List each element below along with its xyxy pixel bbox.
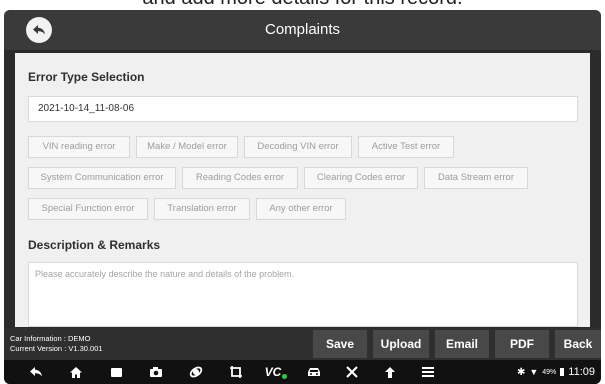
bluetooth-icon: ✱ [516, 366, 526, 378]
chip-active-test-error[interactable]: Active Test error [358, 136, 454, 158]
tools-icon[interactable] [344, 364, 360, 380]
car-information-text: Car Information : DEMO [10, 334, 91, 343]
chip-system-communication-error[interactable]: System Communication error [28, 167, 176, 189]
chip-clearing-codes-error[interactable]: Clearing Codes error [304, 167, 418, 189]
chip-translation-error[interactable]: Translation error [154, 198, 250, 220]
current-version-text: Current Version : V1.30.001 [10, 344, 103, 353]
browser-icon[interactable] [188, 364, 204, 380]
clock: 11:09 [568, 366, 595, 378]
battery-level: 49% [542, 368, 557, 376]
header-bar: Complaints [4, 10, 601, 50]
back-icon[interactable] [28, 364, 44, 380]
camera-icon[interactable] [148, 364, 164, 380]
chip-reading-codes-error[interactable]: Reading Codes error [182, 167, 298, 189]
description-textarea[interactable]: Please accurately describe the nature an… [28, 262, 578, 327]
action-bar: Car Information : DEMO Current Version :… [4, 328, 601, 360]
description-title: Description & Remarks [28, 238, 161, 252]
recent-apps-icon[interactable] [108, 364, 124, 380]
back-button[interactable]: Back [555, 330, 601, 358]
chip-vin-reading-error[interactable]: VIN reading error [28, 136, 130, 158]
car-icon[interactable] [306, 364, 322, 380]
chip-data-stream-error[interactable]: Data Stream error [424, 167, 528, 189]
battery-icon [560, 368, 565, 376]
pdf-button[interactable]: PDF [495, 330, 549, 358]
complaints-form: Error Type Selection 2021-10-14_11-08-06… [15, 53, 590, 327]
chip-any-other-error[interactable]: Any other error [256, 198, 346, 220]
status-area: ✱ ▼ 49% 11:09 [517, 366, 595, 378]
vci-label: VC [264, 365, 282, 379]
wifi-icon: ▼ [529, 367, 539, 377]
home-icon[interactable] [68, 364, 84, 380]
chip-decoding-vin-error[interactable]: Decoding VIN error [244, 136, 352, 158]
record-date-field[interactable]: 2021-10-14_11-08-06 [28, 96, 578, 122]
save-button[interactable]: Save [313, 330, 367, 358]
vci-icon[interactable]: VC [263, 364, 289, 380]
chip-special-function-error[interactable]: Special Function error [28, 198, 148, 220]
upload-arrow-icon[interactable] [382, 364, 398, 380]
caption-text: and add more details for this record. [0, 0, 605, 9]
chip-make-model-error[interactable]: Make / Model error [136, 136, 238, 158]
error-type-title: Error Type Selection [28, 70, 145, 84]
email-button[interactable]: Email [435, 330, 489, 358]
menu-icon[interactable] [420, 364, 436, 380]
screenshot-icon[interactable] [228, 364, 244, 380]
page-title: Complaints [264, 21, 341, 38]
vci-status-dot [282, 373, 288, 379]
car-info: Car Information : DEMO Current Version :… [10, 334, 103, 354]
system-nav-bar: VC ✱ ▼ 49% 11:09 [4, 360, 601, 384]
upload-button[interactable]: Upload [373, 330, 429, 358]
tablet-screen: Complaints Error Type Selection 2021-10-… [4, 10, 601, 384]
